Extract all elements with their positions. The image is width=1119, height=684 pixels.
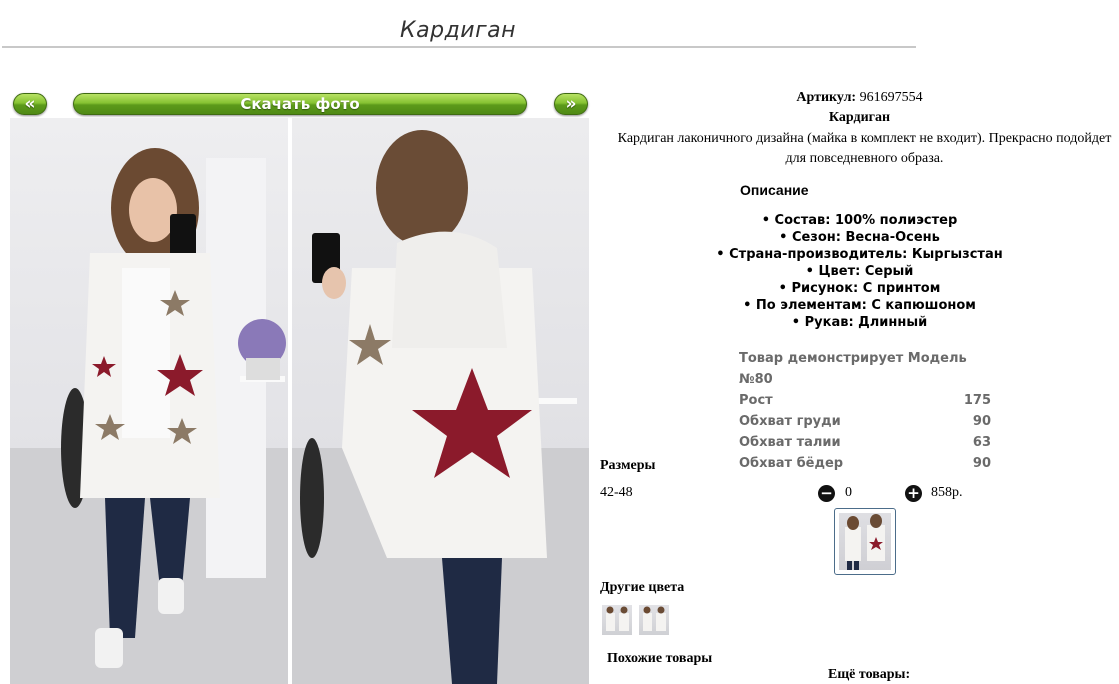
model-row: Рост 175 [739,393,991,408]
product-photo-front[interactable] [10,118,288,684]
article-line: Артикул: 961697554 [600,90,1119,106]
size-row: 42-48 − 0 + 858р. [600,485,1119,503]
feature-item: • Состав: 100% полиэстер [761,213,958,228]
more-products-heading: Ещё товары: [828,667,911,682]
product-photo-back[interactable] [292,118,589,684]
other-color-thumbnail[interactable] [639,605,669,635]
model-heading: Товар демонстрирует Модель №80 [739,351,967,387]
product-thumbnail[interactable] [834,508,896,575]
prev-photo-button[interactable]: « [13,93,47,115]
article-label: Артикул: [796,90,857,105]
plus-circle-icon[interactable]: + [905,485,922,502]
other-color-thumbnail[interactable] [602,605,632,635]
model-row: Обхват бёдер 90 [739,456,991,471]
feature-item: • Рисунок: С принтом [778,281,941,296]
article-value: 961697554 [859,90,923,105]
model-row: Обхват талии 63 [739,435,991,450]
details-heading: Описание [740,182,809,198]
size-label: 42-48 [600,485,633,500]
sizes-heading: Размеры [600,458,656,473]
feature-list: • Состав: 100% полиэстер • Сезон: Весна-… [600,212,1119,331]
title-divider [2,46,916,48]
feature-item: • Цвет: Серый [805,264,914,279]
feature-item: • Рукав: Длинный [791,315,928,330]
product-name: Кардиган [828,110,891,125]
model-measurements: Товар демонстрирует Модель №80 Рост 175 О… [739,348,991,474]
similar-products-heading: Похожие товары [607,651,713,666]
page-title: Кардиган [400,18,516,43]
minus-circle-icon[interactable]: − [818,485,835,502]
other-colors-heading: Другие цвета [600,580,685,595]
feature-item: • Сезон: Весна-Осень [779,230,940,245]
price: 858р. [931,485,963,500]
quantity-value: 0 [845,485,852,500]
product-description: Кардиган лаконичного дизайна (майка в ко… [617,131,1112,166]
download-photo-button[interactable]: Скачать фото [73,93,527,115]
feature-item: • Страна-производитель: Кыргызстан [716,247,1003,262]
feature-item: • По элементам: С капюшоном [743,298,976,313]
next-photo-button[interactable]: » [554,93,588,115]
model-row: Обхват груди 90 [739,414,991,429]
